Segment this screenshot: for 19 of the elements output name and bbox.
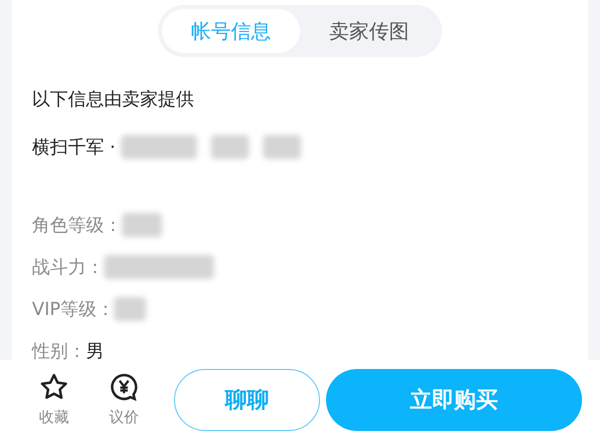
star-icon: [39, 372, 69, 402]
buy-button[interactable]: 立即购买: [326, 368, 582, 430]
footer-action[interactable]: 议价: [98, 372, 150, 427]
tab[interactable]: 卖家传图: [300, 9, 438, 53]
chat-button[interactable]: 聊聊: [174, 368, 320, 430]
footer-action[interactable]: 收藏: [28, 372, 80, 427]
field-label: 战斗力：: [32, 256, 104, 279]
field-label: VIP等级：: [32, 298, 114, 321]
redacted-value: [263, 135, 302, 159]
field-label: 角色等级：: [32, 214, 122, 237]
server-label: 横扫千军 ·: [32, 136, 116, 159]
yen-bubble-icon: [109, 372, 139, 402]
tab[interactable]: 帐号信息: [162, 9, 300, 53]
field-value: 男: [86, 340, 104, 360]
notice-text: 以下信息由卖家提供: [32, 88, 194, 111]
action-label: 收藏: [39, 408, 69, 427]
redacted-value: [211, 135, 250, 159]
action-label: 议价: [109, 408, 139, 427]
field-label: 性别：: [32, 340, 86, 360]
